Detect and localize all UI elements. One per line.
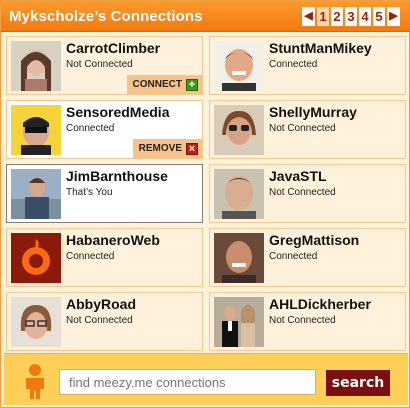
remove-button[interactable]: REMOVE × (132, 139, 202, 158)
avatar[interactable] (11, 105, 61, 155)
connection-status: Connected (66, 251, 115, 262)
connection-card[interactable]: AHLDickherber Not Connected (209, 292, 406, 351)
connection-status: That’s You (66, 187, 113, 198)
connection-card[interactable]: AbbyRoad Not Connected (6, 292, 203, 351)
connect-label: CONNECT (132, 79, 182, 90)
person-icon (26, 364, 44, 399)
connection-status: Not Connected (66, 59, 133, 70)
connection-name[interactable]: StuntManMikey (269, 40, 372, 56)
connections-widget: Mykscholze’s Connections ◀ 1 2 3 4 5 ▶ C… (0, 0, 410, 408)
avatar[interactable] (11, 169, 61, 219)
avatar[interactable] (11, 233, 61, 283)
search-button[interactable]: search (326, 370, 390, 396)
page-4[interactable]: 4 (359, 7, 371, 26)
connection-name[interactable]: GregMattison (269, 232, 359, 248)
triangle-left-icon[interactable]: ◀ (302, 7, 315, 26)
connection-card[interactable]: StuntManMikey Connected (209, 36, 406, 95)
connection-status: Not Connected (269, 123, 336, 134)
connection-name[interactable]: HabaneroWeb (66, 232, 160, 248)
avatar[interactable] (214, 105, 264, 155)
connection-card[interactable]: HabaneroWeb Connected (6, 228, 203, 287)
connection-name[interactable]: JavaSTL (269, 168, 327, 184)
connection-status: Not Connected (269, 187, 336, 198)
connection-status: Connected (66, 123, 115, 134)
avatar[interactable] (214, 169, 264, 219)
page-1[interactable]: 1 (317, 7, 329, 26)
connection-status: Not Connected (66, 315, 133, 326)
avatar[interactable] (214, 297, 264, 347)
search-bar: search (4, 353, 408, 405)
avatar[interactable] (11, 41, 61, 91)
connect-button[interactable]: CONNECT + (126, 75, 202, 94)
connection-name[interactable]: CarrotClimber (66, 40, 160, 56)
connection-card-self[interactable]: JimBarnthouse That’s You (6, 164, 203, 223)
connection-card[interactable]: JavaSTL Not Connected (209, 164, 406, 223)
avatar[interactable] (11, 297, 61, 347)
search-input[interactable] (59, 369, 316, 395)
connection-status: Connected (269, 59, 318, 70)
page-3[interactable]: 3 (345, 7, 357, 26)
triangle-right-icon[interactable]: ▶ (387, 7, 400, 26)
pager: ◀ 1 2 3 4 5 ▶ (302, 7, 400, 26)
x-icon: × (186, 142, 198, 155)
connection-name[interactable]: JimBarnthouse (66, 168, 168, 184)
connection-status: Not Connected (269, 315, 336, 326)
connection-card[interactable]: ShellyMurray Not Connected (209, 100, 406, 159)
connection-card[interactable]: GregMattison Connected (209, 228, 406, 287)
plus-icon: + (186, 78, 198, 91)
remove-label: REMOVE (138, 143, 182, 154)
page-5[interactable]: 5 (373, 7, 385, 26)
widget-header: Mykscholze’s Connections ◀ 1 2 3 4 5 ▶ (1, 1, 410, 32)
connection-name[interactable]: AHLDickherber (269, 296, 371, 312)
connection-card[interactable]: CarrotClimber Not Connected CONNECT + (6, 36, 203, 95)
avatar[interactable] (214, 233, 264, 283)
connections-grid: CarrotClimber Not Connected CONNECT + St… (6, 36, 406, 351)
connection-status: Connected (269, 251, 318, 262)
connection-card[interactable]: SensoredMedia Connected REMOVE × (6, 100, 203, 159)
widget-title: Mykscholze’s Connections (9, 8, 203, 25)
connection-name[interactable]: ShellyMurray (269, 104, 357, 120)
page-2[interactable]: 2 (331, 7, 343, 26)
avatar[interactable] (214, 41, 264, 91)
connection-name[interactable]: AbbyRoad (66, 296, 136, 312)
connection-name[interactable]: SensoredMedia (66, 104, 169, 120)
